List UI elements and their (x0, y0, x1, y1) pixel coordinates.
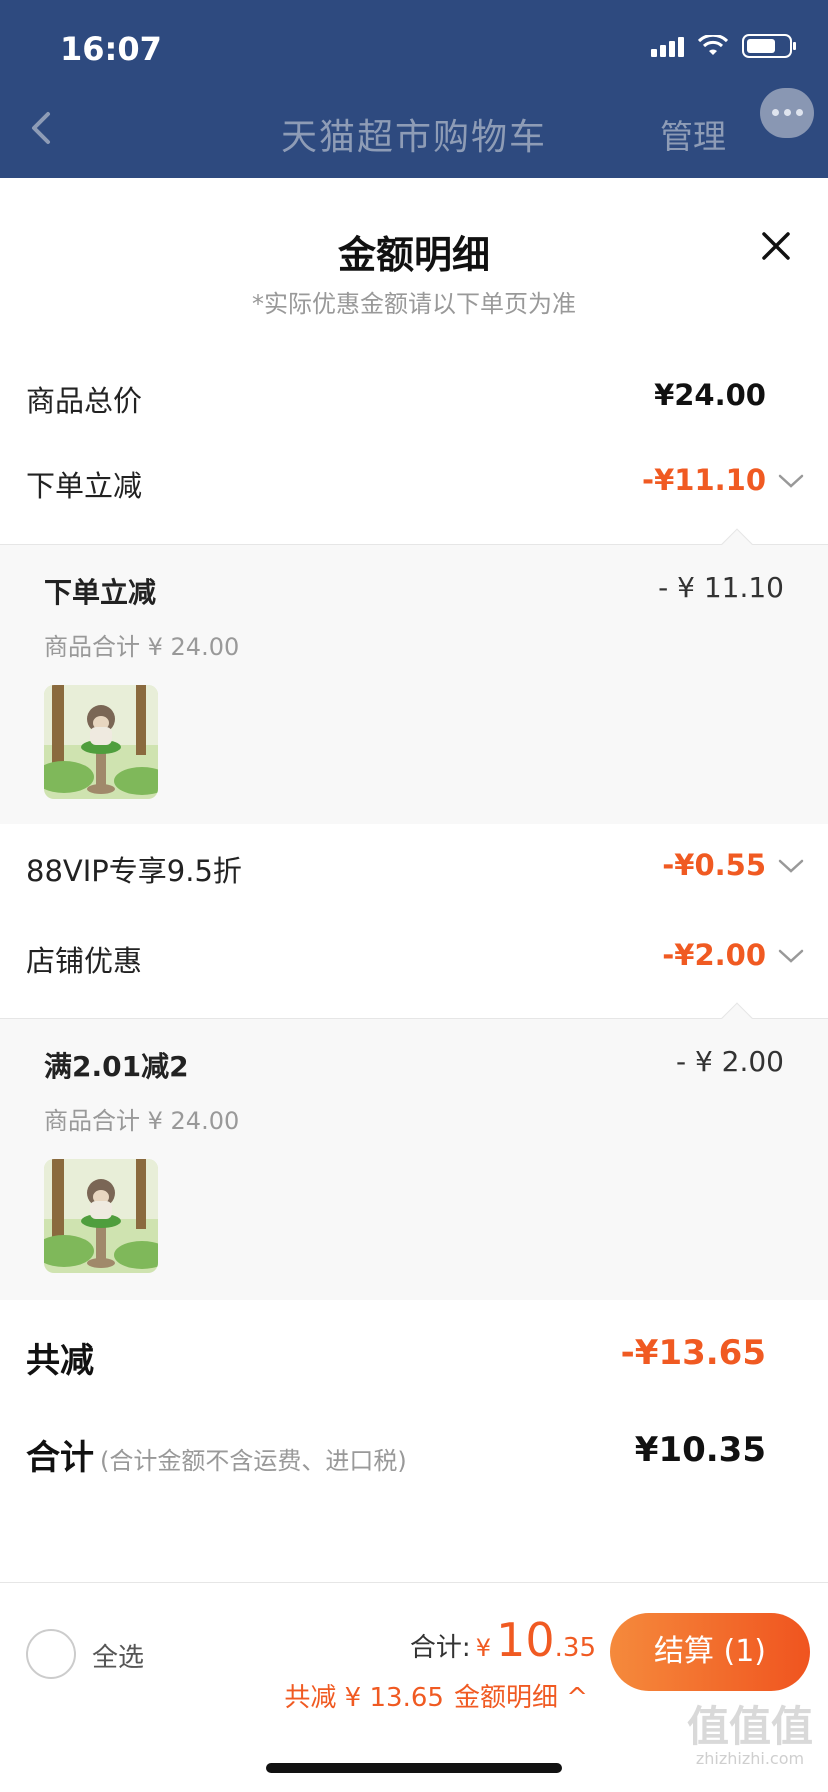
detail-subtotal: 商品合计 ¥ 24.00 (44, 633, 240, 661)
goods-total-value: ¥24.00 (654, 378, 766, 412)
vip-discount-label: 88VIP专享9.5折 (26, 854, 242, 888)
bottom-total-integer: 10 (496, 1613, 555, 1667)
bottom-total: 合计: ¥ 10.35 (410, 1613, 596, 1667)
grand-total-note: (合计金额不含运费、进口税) (100, 1447, 407, 1475)
shop-discount-row[interactable]: 店铺优惠 -¥2.00 (0, 928, 828, 988)
chevron-down-icon[interactable] (778, 856, 804, 876)
instant-discount-label: 下单立减 (26, 469, 143, 503)
shop-discount-label: 店铺优惠 (26, 944, 143, 978)
grand-total-row: 合计 (合计金额不含运费、进口税) ¥10.35 (0, 1420, 828, 1490)
goods-total-row: 商品总价 ¥24.00 (0, 368, 828, 428)
product-thumbnail[interactable] (44, 685, 158, 799)
sheet-title: 金额明细 (337, 233, 490, 277)
bottom-reduction-text: 共减 ¥ 13.65 (284, 1683, 444, 1713)
shop-discount-value: -¥2.00 (662, 938, 766, 972)
total-reduction-label: 共减 (26, 1341, 94, 1381)
total-reduction-row: 共减 -¥13.65 (0, 1323, 828, 1393)
more-dots-icon[interactable] (760, 88, 814, 138)
detail-title: 下单立减 (44, 576, 157, 609)
checkout-button[interactable]: 结算 (1) (610, 1613, 810, 1691)
instant-discount-detail: 下单立减 - ¥ 11.10 商品合计 ¥ 24.00 (0, 528, 828, 824)
vip-discount-row[interactable]: 88VIP专享9.5折 -¥0.55 (0, 838, 828, 898)
select-all-label[interactable]: 全选 (92, 1637, 144, 1674)
detail-subtotal: 商品合计 ¥ 24.00 (44, 1107, 240, 1135)
product-thumbnail[interactable] (44, 1159, 158, 1273)
signal-icon (651, 35, 684, 57)
home-indicator (266, 1763, 562, 1773)
total-reduction-value: -¥13.65 (620, 1333, 766, 1373)
chevron-down-icon[interactable] (778, 471, 804, 491)
manage-button[interactable]: 管理 (660, 110, 726, 158)
bottom-total-decimal: .35 (554, 1633, 596, 1663)
grand-total-label: 合计 (合计金额不含运费、进口税) (26, 1438, 407, 1478)
status-time: 16:07 (60, 30, 162, 68)
battery-icon (742, 34, 796, 58)
instant-discount-row[interactable]: 下单立减 -¥11.10 (0, 453, 828, 513)
sheet-subtitle: *实际优惠金额请以下单页为准 (252, 290, 576, 318)
grand-total-value: ¥10.35 (634, 1430, 766, 1470)
detail-title: 满2.01减2 (44, 1050, 189, 1083)
detail-notch (721, 1002, 753, 1034)
vip-discount-value: -¥0.55 (662, 848, 766, 882)
chevron-down-icon[interactable] (778, 946, 804, 966)
amount-detail-sheet: 金额明细 *实际优惠金额请以下单页为准 商品总价 ¥24.00 下单立减 -¥1… (0, 178, 828, 1792)
close-icon[interactable] (756, 226, 796, 266)
bottom-total-currency: ¥ (475, 1634, 491, 1662)
goods-total-label: 商品总价 (26, 384, 143, 418)
detail-amount: - ¥ 2.00 (675, 1045, 784, 1078)
bottom-reduction-line: 共减 ¥ 13.65 金额明细 ^ (284, 1677, 588, 1714)
detail-notch (721, 528, 753, 560)
instant-discount-value: -¥11.10 (642, 463, 766, 497)
bottom-total-label: 合计: (409, 1633, 471, 1663)
shop-discount-detail: 满2.01减2 - ¥ 2.00 商品合计 ¥ 24.00 (0, 1002, 828, 1300)
wifi-icon (698, 35, 728, 55)
amount-detail-link[interactable]: 金额明细 ^ (454, 1683, 588, 1713)
select-all-checkbox[interactable] (26, 1629, 76, 1679)
watermark: 值值值 zhizhizhi.com (686, 1702, 813, 1768)
detail-amount: - ¥ 11.10 (658, 571, 784, 604)
status-icons (651, 34, 796, 58)
app-header: 16:07 天猫超市购物车 管理 (0, 0, 828, 178)
